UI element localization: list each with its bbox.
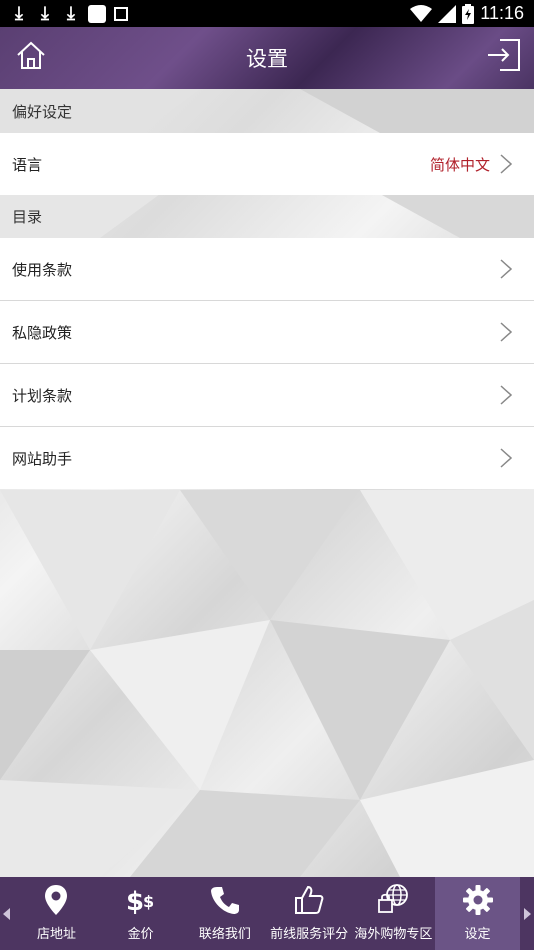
divider bbox=[0, 300, 534, 301]
phone-icon bbox=[210, 887, 239, 914]
download-icon: ⤓ bbox=[41, 3, 49, 24]
tab-store-address[interactable]: 店地址 bbox=[14, 877, 98, 950]
tab-label: 前线服务评分 bbox=[270, 927, 349, 942]
tab-label: 店地址 bbox=[36, 927, 76, 942]
logout-icon[interactable] bbox=[486, 37, 522, 73]
tab-label: 金价 bbox=[127, 927, 154, 942]
dollar-icon: $ $ bbox=[126, 887, 154, 917]
scroll-left-button[interactable] bbox=[0, 877, 14, 950]
row-label: 使用条款 bbox=[12, 260, 73, 279]
tab-overseas-shopping[interactable]: 海外购物专区 bbox=[351, 877, 435, 950]
row-label: 计划条款 bbox=[12, 386, 73, 405]
status-bar: ⤓ ⤓ ⤓ 11:16 bbox=[0, 0, 534, 27]
signal-icon bbox=[438, 4, 457, 23]
chevron-right-icon bbox=[500, 448, 512, 468]
divider bbox=[0, 363, 534, 364]
row-label: 语言 bbox=[12, 155, 43, 174]
row-site-helper[interactable]: 网站助手 bbox=[0, 427, 534, 489]
divider bbox=[0, 426, 534, 427]
row-label: 网站助手 bbox=[12, 449, 73, 468]
bottom-tab-bar: 店地址 $ $ 金价 联络我们 前线服务评分 海外购物专区 设定 bbox=[0, 877, 534, 950]
app-notification-icon bbox=[88, 4, 106, 23]
svg-text:$: $ bbox=[126, 887, 144, 917]
home-icon[interactable] bbox=[14, 39, 48, 73]
chevron-right-icon bbox=[500, 322, 512, 342]
chevron-right-icon bbox=[500, 385, 512, 405]
language-value: 简体中文 bbox=[429, 155, 490, 174]
gear-icon bbox=[462, 885, 493, 915]
row-language[interactable]: 语言 简体中文 bbox=[0, 133, 534, 195]
row-label: 私隐政策 bbox=[12, 323, 73, 342]
thumbs-up-icon bbox=[295, 885, 324, 914]
download-icon: ⤓ bbox=[15, 3, 23, 24]
tab-label: 联络我们 bbox=[198, 927, 251, 942]
svg-text:$: $ bbox=[143, 892, 154, 911]
row-plan-terms[interactable]: 计划条款 bbox=[0, 364, 534, 426]
section-title: 偏好设定 bbox=[12, 102, 73, 121]
scroll-right-button[interactable] bbox=[520, 877, 534, 950]
section-title: 目录 bbox=[12, 207, 43, 226]
chevron-left-icon bbox=[3, 907, 11, 920]
battery-icon bbox=[462, 3, 475, 24]
tab-label: 设定 bbox=[464, 927, 491, 942]
row-privacy-policy[interactable]: 私隐政策 bbox=[0, 301, 534, 363]
tab-settings[interactable]: 设定 bbox=[435, 877, 520, 950]
tab-label: 海外购物专区 bbox=[354, 927, 433, 942]
section-directory: 目录 bbox=[0, 194, 534, 238]
page-title: 设置 bbox=[246, 47, 288, 71]
status-time: 11:16 bbox=[480, 3, 524, 23]
a-notification-icon bbox=[114, 6, 128, 21]
wifi-icon bbox=[410, 4, 433, 22]
chevron-right-icon bbox=[523, 907, 531, 920]
tab-gold-price[interactable]: $ $ 金价 bbox=[99, 877, 183, 950]
app-header: 设置 bbox=[0, 27, 534, 89]
chevron-right-icon bbox=[500, 259, 512, 279]
globe-bag-icon bbox=[378, 884, 409, 913]
tab-service-rating[interactable]: 前线服务评分 bbox=[267, 877, 351, 950]
row-terms-of-use[interactable]: 使用条款 bbox=[0, 238, 534, 300]
section-preferences: 偏好设定 bbox=[0, 89, 534, 133]
tab-contact-us[interactable]: 联络我们 bbox=[183, 877, 267, 950]
location-pin-icon bbox=[45, 885, 68, 915]
download-icon: ⤓ bbox=[67, 3, 75, 24]
chevron-right-icon bbox=[500, 154, 512, 174]
